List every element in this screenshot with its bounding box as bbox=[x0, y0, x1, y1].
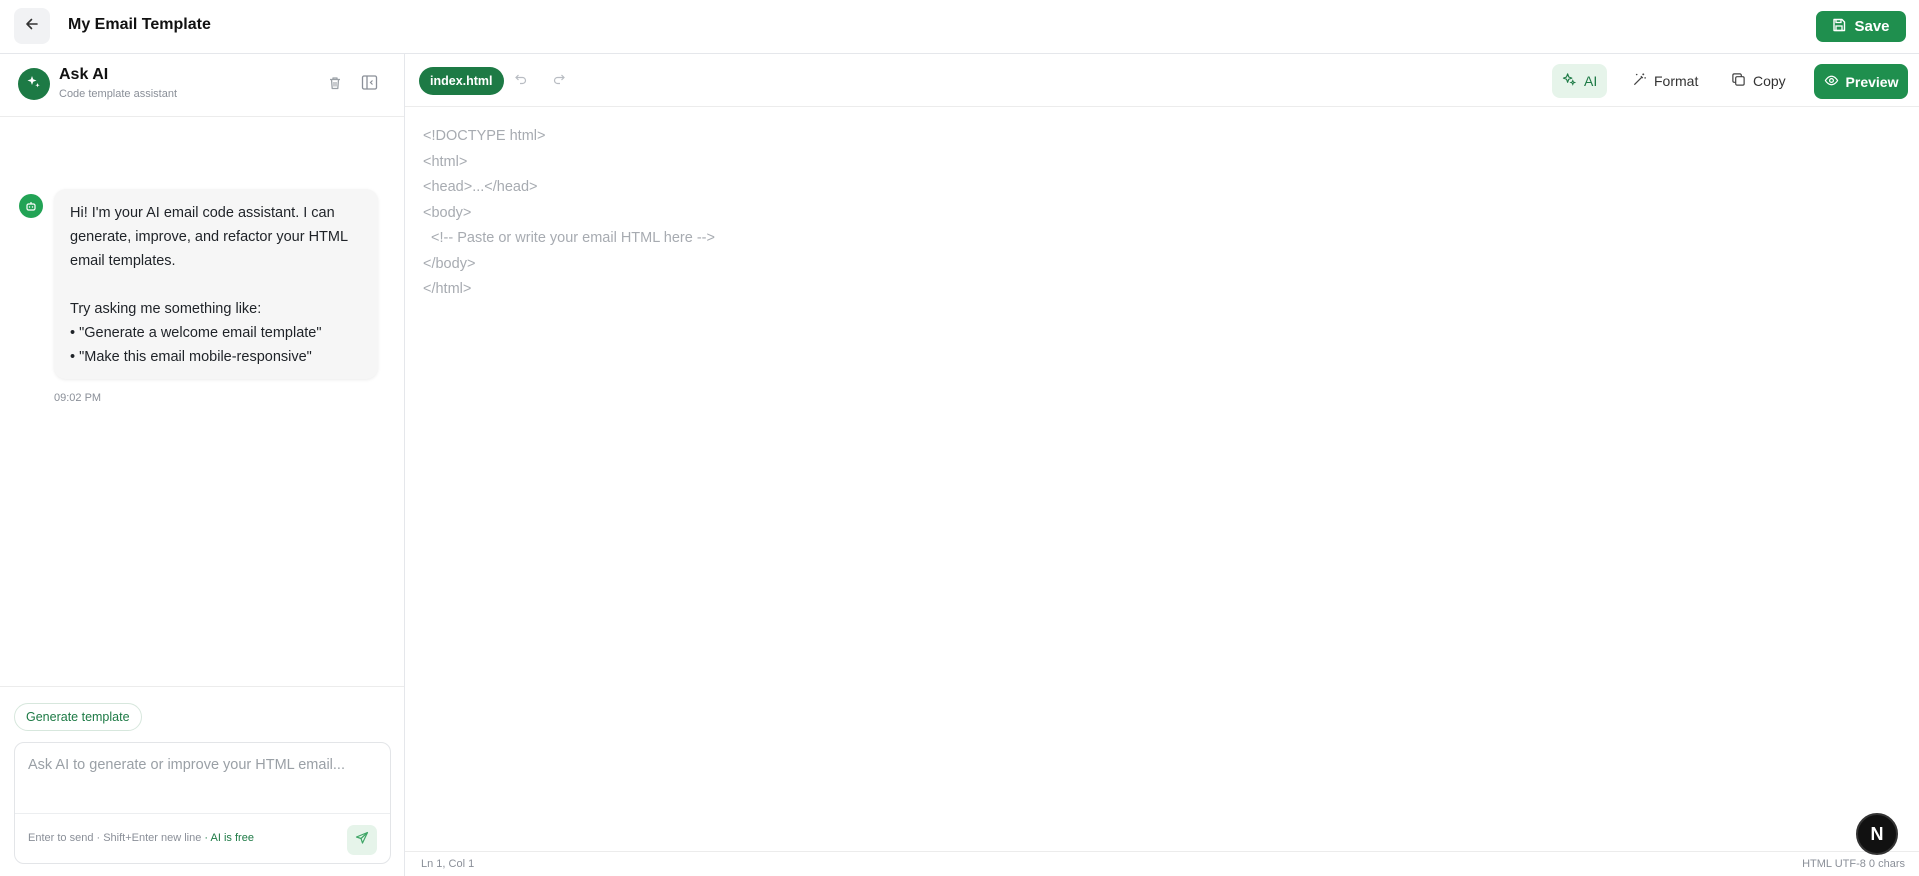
format-label: Format bbox=[1654, 73, 1699, 89]
code-line: </html> bbox=[423, 281, 472, 297]
ai-avatar bbox=[18, 68, 50, 100]
file-info: HTML UTF-8 0 chars bbox=[1802, 858, 1905, 870]
ai-toggle-button[interactable]: AI bbox=[1552, 64, 1608, 98]
bot-icon bbox=[19, 194, 43, 218]
sparkles-icon bbox=[26, 74, 42, 95]
send-button[interactable] bbox=[347, 825, 377, 855]
composer-hint-text: Enter to send · Shift+Enter new line bbox=[28, 832, 202, 844]
redo-icon bbox=[552, 72, 566, 91]
code-line: <head>...</head> bbox=[423, 179, 538, 195]
dev-tools-badge[interactable]: N bbox=[1856, 813, 1898, 855]
composer-divider bbox=[15, 813, 390, 814]
file-tab-index[interactable]: index.html bbox=[419, 67, 504, 95]
eye-icon bbox=[1824, 73, 1839, 91]
sidebar-title: Ask AI bbox=[59, 66, 109, 83]
page-title: My Email Template bbox=[68, 16, 211, 33]
collapse-sidebar-button[interactable] bbox=[359, 75, 379, 95]
chat-composer: Enter to send · Shift+Enter new line · A… bbox=[14, 742, 391, 864]
composer-area: Generate template Enter to send · Shift+… bbox=[0, 686, 404, 876]
undo-button[interactable] bbox=[511, 71, 531, 91]
top-bar: My Email Template Save bbox=[0, 0, 1919, 54]
redo-button[interactable] bbox=[549, 71, 569, 91]
copy-icon bbox=[1731, 72, 1746, 90]
chat-input[interactable] bbox=[15, 743, 390, 813]
clear-chat-button[interactable] bbox=[325, 75, 345, 95]
code-line: <body> bbox=[423, 204, 472, 221]
send-icon bbox=[355, 831, 369, 850]
ai-free-label: · AI is free bbox=[204, 832, 254, 844]
copy-label: Copy bbox=[1753, 73, 1786, 89]
trash-icon bbox=[327, 75, 343, 96]
save-label: Save bbox=[1854, 18, 1890, 35]
arrow-left-icon bbox=[24, 16, 40, 37]
preview-label: Preview bbox=[1845, 73, 1899, 90]
code-line: <!-- Paste or write your email HTML here… bbox=[423, 230, 715, 246]
ai-label: AI bbox=[1584, 73, 1598, 89]
sidebar-header: Ask AI Code template assistant bbox=[0, 54, 404, 117]
cursor-position: Ln 1, Col 1 bbox=[421, 858, 475, 870]
composer-hint: Enter to send · Shift+Enter new line · A… bbox=[28, 832, 254, 844]
code-area[interactable]: <!DOCTYPE html> <html> <head>...</head> … bbox=[423, 124, 715, 303]
copy-button[interactable]: Copy bbox=[1721, 64, 1796, 98]
status-bar: Ln 1, Col 1 HTML UTF-8 0 chars bbox=[405, 851, 1919, 876]
save-icon bbox=[1832, 18, 1846, 36]
generate-template-chip[interactable]: Generate template bbox=[14, 703, 142, 731]
format-button[interactable]: Format bbox=[1622, 64, 1708, 98]
code-line: <html> bbox=[423, 153, 468, 170]
code-line: <!DOCTYPE html> bbox=[423, 128, 546, 144]
preview-button[interactable]: Preview bbox=[1814, 64, 1908, 99]
code-editor-panel: index.html AI Format Copy Preview <!DOCT… bbox=[405, 54, 1919, 876]
save-button[interactable]: Save bbox=[1816, 11, 1906, 42]
undo-icon bbox=[514, 72, 528, 91]
back-button[interactable] bbox=[14, 8, 50, 44]
sparkles-icon bbox=[1562, 72, 1577, 90]
editor-toolbar: index.html AI Format Copy Preview bbox=[405, 54, 1919, 107]
code-line: </body> bbox=[423, 255, 476, 272]
message-timestamp: 09:02 PM bbox=[54, 392, 102, 404]
ai-sidebar: Ask AI Code template assistant Hi! I'm y… bbox=[0, 54, 405, 876]
assistant-message: Hi! I'm your AI email code assistant. I … bbox=[54, 189, 378, 379]
magic-wand-icon bbox=[1632, 72, 1647, 90]
panel-left-icon bbox=[361, 74, 378, 96]
sidebar-subtitle: Code template assistant bbox=[59, 88, 178, 100]
